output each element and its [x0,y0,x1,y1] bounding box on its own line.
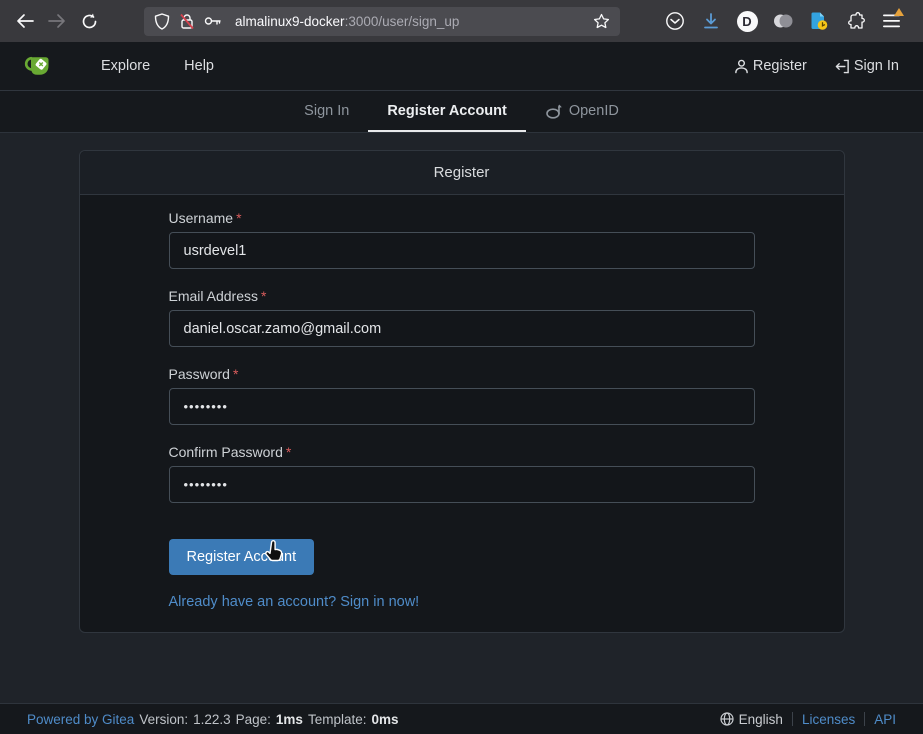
language-selector[interactable]: English [720,712,783,727]
api-link[interactable]: API [874,712,896,727]
gitea-logo-icon[interactable] [24,52,52,80]
divider [792,712,793,726]
nav-sign-in[interactable]: Sign In [835,58,899,74]
sign-in-icon [835,59,850,74]
version-value: 1.22.3 [193,712,231,727]
username-field-group: Username* [169,210,755,269]
register-form: Username* Email Address* Password* Confi… [80,195,844,632]
sign-in-now-link[interactable]: Already have an account? Sign in now! [169,594,755,610]
footer: Powered by Gitea Version: 1.22.3 Page: 1… [0,703,923,734]
version-label: Version: [139,712,188,727]
tab-register-account[interactable]: Register Account [368,91,526,132]
register-panel: Register Username* Email Address* Passwo… [79,150,845,633]
insecure-lock-icon[interactable] [179,13,195,30]
url-path: :3000/user/sign_up [345,14,460,29]
bookmark-star-icon[interactable] [593,13,610,30]
email-input[interactable] [169,310,755,347]
downloads-icon[interactable] [697,5,725,37]
powered-by-gitea-link[interactable]: Powered by Gitea [27,712,134,727]
footer-meta: Powered by Gitea Version: 1.22.3 Page: 1… [27,712,399,727]
page-time-label: Page: [236,712,271,727]
nav-register[interactable]: Register [734,58,807,74]
email-label: Email Address* [169,288,755,304]
footer-links: English Licenses API [720,712,896,727]
extensions-puzzle-icon[interactable] [841,5,869,37]
reload-icon[interactable] [73,5,105,37]
confirm-password-label: Confirm Password* [169,444,755,460]
page-body: Register Username* Email Address* Passwo… [0,133,923,703]
page-time-value: 1ms [276,712,303,727]
back-icon[interactable] [9,5,41,37]
gitea-navbar: Explore Help Register Sign In [0,42,923,91]
password-label: Password* [169,366,755,382]
required-mark: * [286,444,291,460]
profile-d-icon[interactable]: D [733,5,761,37]
password-field-group: Password* [169,366,755,425]
required-mark: * [261,288,266,304]
key-icon[interactable] [204,15,222,27]
username-label: Username* [169,210,755,226]
confirm-password-field-group: Confirm Password* [169,444,755,503]
containers-icon[interactable] [769,5,797,37]
person-icon [734,59,749,74]
required-mark: * [233,366,238,382]
template-time-label: Template: [308,712,367,727]
menu-alert-badge [894,8,904,16]
auth-tabs: Sign In Register Account OpenID [0,91,923,133]
forward-icon[interactable] [41,5,73,37]
globe-icon [720,712,734,726]
template-time-value: 0ms [371,712,398,727]
translate-doc-icon[interactable] [805,5,833,37]
pocket-icon[interactable] [661,5,689,37]
tab-openid[interactable]: OpenID [526,91,638,132]
menu-icon[interactable] [877,5,905,37]
licenses-link[interactable]: Licenses [802,712,855,727]
tab-sign-in[interactable]: Sign In [285,91,368,132]
browser-toolbar: almalinux9-docker:3000/user/sign_up D [0,0,923,42]
nav-explore[interactable]: Explore [84,58,167,74]
email-field-group: Email Address* [169,288,755,347]
panel-title: Register [80,151,844,195]
username-input[interactable] [169,232,755,269]
shield-icon[interactable] [154,13,170,30]
register-account-button[interactable]: Register Account [169,539,315,575]
url-text[interactable]: almalinux9-docker:3000/user/sign_up [235,14,593,29]
required-mark: * [236,210,241,226]
url-bar[interactable]: almalinux9-docker:3000/user/sign_up [144,7,620,36]
divider [864,712,865,726]
openid-icon [545,102,563,120]
confirm-password-input[interactable] [169,466,755,503]
nav-help[interactable]: Help [167,58,231,74]
url-host: almalinux9-docker [235,14,345,29]
password-input[interactable] [169,388,755,425]
